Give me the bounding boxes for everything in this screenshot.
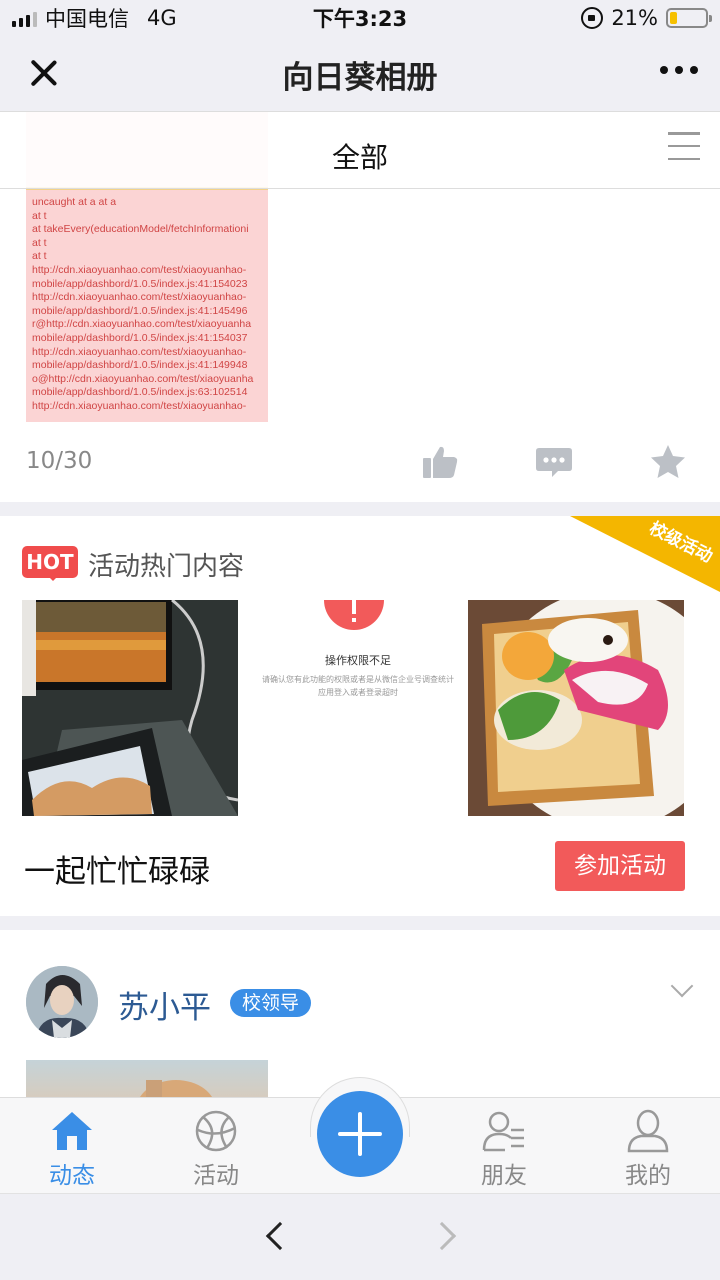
signal-icon: [12, 9, 37, 27]
tab-activity[interactable]: 活动: [144, 1098, 288, 1194]
user-icon: [627, 1109, 669, 1153]
permission-title: 操作权限不足: [325, 654, 391, 667]
battery-fill: [670, 12, 678, 24]
laptop-photo: [22, 600, 238, 816]
avatar[interactable]: [26, 966, 98, 1038]
section-title: 活动热门内容: [88, 552, 245, 582]
tab-label: 活动: [193, 1163, 239, 1189]
page-title: 向日葵相册: [282, 60, 438, 96]
ball-icon: [195, 1110, 237, 1152]
battery-icon: [666, 8, 712, 28]
hot-badge: HOT: [22, 546, 78, 581]
menu-icon[interactable]: [668, 132, 700, 160]
post-card: uncaught at a at a at t at takeEvery(edu…: [0, 112, 720, 502]
error-log-text: uncaught at a at a at t at takeEvery(edu…: [32, 196, 254, 412]
ribbon-label: 校级活动: [646, 518, 716, 568]
tab-label: 动态: [49, 1163, 95, 1189]
post-card: 苏小平 校领导: [0, 930, 720, 1097]
rotation-lock-icon: [581, 7, 604, 29]
nav-bar: 向日葵相册: [0, 36, 720, 112]
back-arrow-icon[interactable]: [265, 1221, 295, 1251]
chevron-down-icon[interactable]: [670, 974, 694, 998]
comment-icon[interactable]: [534, 442, 574, 482]
thumbs-up-icon[interactable]: [420, 442, 460, 482]
activity-name: 一起忙忙碌碌: [24, 854, 210, 890]
more-icon[interactable]: [660, 66, 698, 74]
add-post-button[interactable]: [317, 1091, 403, 1177]
food-photo[interactable]: [468, 600, 684, 816]
school-activity-ribbon: 校级活动: [570, 516, 720, 592]
role-badge: 校领导: [230, 989, 312, 1017]
hot-activity-card: HOT 活动热门内容 校级活动 操作权限不足 请确认您有此功能的权限或者是从微信…: [0, 516, 720, 916]
tab-label: 我的: [625, 1163, 671, 1189]
username[interactable]: 苏小平: [118, 982, 211, 1027]
tab-me[interactable]: 我的: [576, 1098, 720, 1194]
star-icon[interactable]: [648, 442, 688, 482]
home-icon: [52, 1112, 92, 1150]
tab-friends[interactable]: 朋友: [432, 1098, 576, 1194]
close-icon[interactable]: [24, 54, 64, 94]
post-image[interactable]: [26, 1060, 268, 1097]
tab-feed[interactable]: 动态: [0, 1098, 144, 1194]
status-bar: 中国电信 4G 下午3:23 21%: [0, 0, 720, 36]
friends-icon: [482, 1111, 524, 1152]
filter-bar: 全部: [0, 112, 720, 189]
filter-label[interactable]: 全部: [0, 136, 720, 176]
forward-arrow-icon[interactable]: [427, 1221, 457, 1251]
carrier: 中国电信: [45, 7, 129, 31]
feed[interactable]: uncaught at a at a at t at takeEvery(edu…: [0, 112, 720, 1097]
network-type: 4G: [147, 6, 177, 30]
join-activity-button[interactable]: 参加活动: [555, 841, 685, 891]
permission-desc: 请确认您有此功能的权限或者是从微信企业号调查统计应用登入或者登录超时: [262, 675, 454, 697]
battery-percent: 21%: [611, 6, 658, 30]
browser-toolbar: [0, 1193, 720, 1280]
permission-error-image[interactable]: 操作权限不足 请确认您有此功能的权限或者是从微信企业号调查统计应用登入或者登录超…: [250, 600, 466, 816]
activity-photo[interactable]: [22, 600, 238, 816]
image-counter: 10/30: [26, 448, 93, 474]
tab-label: 朋友: [481, 1163, 527, 1189]
